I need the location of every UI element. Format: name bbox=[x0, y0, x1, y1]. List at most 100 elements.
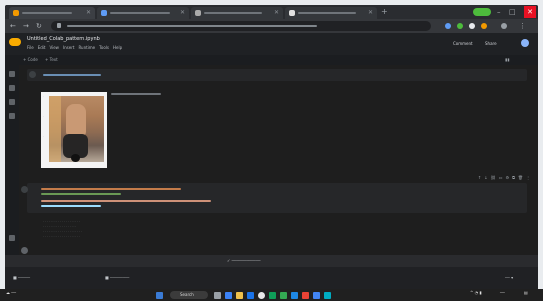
colab-favicon-icon bbox=[13, 10, 19, 16]
notebook-body: · · · ↑ ↓ ⛓ ▭ ⚙ ⧉ 🗑 ⋮ · · · · · · · · · … bbox=[19, 65, 538, 255]
files-icon[interactable] bbox=[9, 113, 15, 119]
more-menu-icon[interactable]: ⋮ bbox=[519, 21, 526, 31]
add-text-button[interactable]: + Text bbox=[45, 57, 58, 63]
menu-tools[interactable]: Tools bbox=[99, 44, 109, 52]
scooter-photo bbox=[49, 96, 104, 162]
close-tab-icon[interactable]: ✕ bbox=[368, 9, 373, 17]
back-arrow-icon[interactable]: ← bbox=[10, 21, 16, 31]
app-icon[interactable] bbox=[302, 292, 309, 299]
app-icon[interactable] bbox=[324, 292, 331, 299]
menu-view[interactable]: View bbox=[49, 44, 59, 52]
clock[interactable]: ── bbox=[500, 291, 505, 295]
extension-icon[interactable] bbox=[445, 23, 451, 29]
windows-taskbar: ☁ ── Search ^ ◔ ▮ ── ▤ bbox=[0, 289, 543, 301]
tab-4[interactable]: ✕ bbox=[285, 7, 377, 19]
browser-window: ✕ ✕ ✕ ✕ + – □ ✕ ← → ↻ ⋮ Untitled_Colab_p… bbox=[5, 5, 538, 290]
run-cell-icon[interactable] bbox=[29, 71, 36, 78]
run-cell-icon[interactable] bbox=[21, 186, 28, 193]
panel-tab[interactable]: ■ ───── bbox=[13, 275, 30, 281]
move-down-icon[interactable]: ↓ bbox=[484, 175, 487, 181]
extension-icon[interactable] bbox=[457, 23, 463, 29]
code-line bbox=[41, 200, 211, 202]
tab-favicon-icon bbox=[195, 10, 201, 16]
search-icon[interactable] bbox=[9, 85, 15, 91]
extension-icon[interactable] bbox=[481, 23, 487, 29]
search-label: Search bbox=[180, 292, 194, 297]
system-tray[interactable]: ^ ◔ ▮ bbox=[470, 291, 482, 295]
close-window-icon[interactable]: ✕ bbox=[524, 6, 536, 18]
comment-button[interactable]: Comment bbox=[453, 40, 473, 48]
tab-2[interactable]: ✕ bbox=[97, 7, 189, 19]
code-line bbox=[41, 193, 121, 195]
maximize-icon[interactable]: □ bbox=[509, 6, 516, 18]
mirror-icon[interactable]: ⧉ bbox=[512, 175, 515, 181]
menu-edit[interactable]: Edit bbox=[38, 44, 46, 52]
reload-icon[interactable]: ↻ bbox=[36, 21, 42, 31]
menu-help[interactable]: Help bbox=[113, 44, 122, 52]
cell-toolbar: ↑ ↓ ⛓ ▭ ⚙ ⧉ 🗑 ⋮ bbox=[478, 175, 530, 181]
windows-start-icon[interactable] bbox=[156, 292, 163, 299]
text-output: · · · · · · · · · · · · · · · · · · · · … bbox=[43, 219, 523, 249]
add-code-button[interactable]: + Code bbox=[23, 57, 38, 63]
variables-icon[interactable] bbox=[9, 99, 15, 105]
tab-colab[interactable]: ✕ bbox=[9, 7, 95, 19]
panel-control[interactable]: ── ▾ bbox=[505, 275, 513, 281]
settings-icon[interactable]: ⚙ bbox=[505, 175, 509, 181]
terminal-icon[interactable] bbox=[9, 235, 15, 241]
code-cell[interactable] bbox=[27, 69, 527, 81]
notebook-title[interactable]: Untitled_Colab_pattern.ipynb bbox=[27, 36, 100, 43]
app-icon[interactable] bbox=[291, 292, 298, 299]
link-icon[interactable]: ⛓ bbox=[491, 175, 496, 181]
panel-tab[interactable]: ■ ──────── bbox=[105, 275, 129, 281]
output-line: · · · · · · · · · · · · · · · · · · · · bbox=[43, 219, 81, 223]
share-button[interactable]: Share bbox=[485, 40, 497, 48]
app-icon[interactable] bbox=[247, 292, 254, 299]
comment-icon[interactable]: ▭ bbox=[499, 175, 503, 181]
weather-widget[interactable]: ☁ ── bbox=[6, 291, 16, 295]
close-tab-icon[interactable]: ✕ bbox=[180, 9, 185, 17]
taskbar-search[interactable]: Search bbox=[170, 291, 208, 299]
tab-title-placeholder bbox=[110, 12, 170, 14]
move-up-icon[interactable]: ↑ bbox=[478, 175, 481, 181]
app-icon[interactable] bbox=[269, 292, 276, 299]
notification-icon[interactable]: ▤ bbox=[524, 291, 528, 295]
toc-icon[interactable] bbox=[9, 71, 15, 77]
menu-insert[interactable]: Insert bbox=[63, 44, 74, 52]
app-icon[interactable] bbox=[280, 292, 287, 299]
app-icon[interactable] bbox=[313, 292, 320, 299]
photo-person bbox=[66, 104, 86, 136]
close-tab-icon[interactable]: ✕ bbox=[86, 9, 91, 17]
avatar[interactable] bbox=[521, 39, 529, 47]
url-input[interactable] bbox=[51, 21, 431, 31]
axis-tick: · bbox=[43, 116, 44, 118]
menu-runtime[interactable]: Runtime bbox=[78, 44, 95, 52]
app-icon[interactable] bbox=[225, 292, 232, 299]
image-output: · · · bbox=[41, 92, 107, 168]
code-cell[interactable] bbox=[21, 183, 527, 213]
left-sidebar bbox=[5, 65, 19, 265]
extension-icon[interactable] bbox=[469, 23, 475, 29]
execution-status-bar: ✓ ──────────── bbox=[5, 255, 538, 267]
task-view-icon[interactable] bbox=[214, 292, 221, 299]
run-cell-icon[interactable] bbox=[21, 247, 28, 254]
forward-arrow-icon[interactable]: → bbox=[23, 21, 29, 31]
more-icon[interactable]: ⋮ bbox=[526, 175, 530, 181]
close-tab-icon[interactable]: ✕ bbox=[274, 9, 279, 17]
file-explorer-icon[interactable] bbox=[236, 292, 243, 299]
delete-icon[interactable]: 🗑 bbox=[518, 175, 523, 181]
output-caption bbox=[111, 93, 161, 95]
chrome-icon[interactable] bbox=[258, 292, 265, 299]
colab-logo-icon bbox=[9, 38, 21, 46]
menu-file[interactable]: File bbox=[27, 44, 34, 52]
new-tab-icon[interactable]: + bbox=[381, 7, 388, 17]
tab-favicon-icon bbox=[289, 10, 295, 16]
profile-badge-icon[interactable] bbox=[473, 8, 491, 16]
ram-disk-indicator[interactable]: ▮▮ bbox=[505, 57, 509, 63]
url-placeholder bbox=[67, 25, 317, 27]
minimize-icon[interactable]: – bbox=[497, 6, 501, 18]
code-line bbox=[41, 205, 101, 207]
notebook-toolbar: + Code + Text ▮▮ bbox=[5, 55, 538, 65]
tab-3[interactable]: ✕ bbox=[191, 7, 283, 19]
tab-title-placeholder bbox=[22, 12, 72, 14]
profile-avatar-icon[interactable] bbox=[501, 23, 507, 29]
